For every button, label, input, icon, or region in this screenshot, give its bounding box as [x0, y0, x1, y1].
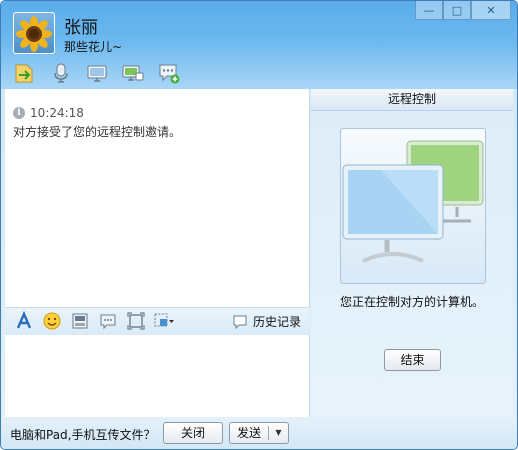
- bottom-bar: 电脑和Pad,手机互传文件？ 关闭 发送 ▼: [1, 417, 517, 449]
- send-label[interactable]: 发送: [230, 423, 268, 443]
- message-input[interactable]: [5, 335, 310, 417]
- font-icon[interactable]: [13, 311, 35, 331]
- remote-monitors-illustration: [340, 128, 486, 284]
- emoji-icon[interactable]: [41, 311, 63, 331]
- microphone-icon[interactable]: [49, 61, 73, 85]
- send-button[interactable]: 发送 ▼: [229, 422, 289, 444]
- header: 张丽 那些花儿~ — □ ✕: [1, 1, 517, 89]
- history-button[interactable]: 历史记录: [232, 313, 301, 330]
- remote-desktop-icon[interactable]: [121, 61, 145, 85]
- info-icon: i: [13, 107, 25, 119]
- screenshot-icon[interactable]: [125, 311, 147, 331]
- chat-window: 张丽 那些花儿~ — □ ✕ i 10:24:18 对方接受了您的远程控制邀请。…: [0, 0, 518, 450]
- contact-toolbar: [13, 61, 181, 85]
- minimize-button[interactable]: —: [415, 1, 443, 20]
- more-icon[interactable]: [153, 311, 175, 331]
- close-button[interactable]: 关闭: [163, 422, 223, 444]
- avatar[interactable]: [13, 12, 55, 54]
- end-remote-button[interactable]: 结束: [384, 349, 441, 371]
- history-icon: [233, 315, 247, 329]
- message-time-text: 10:24:18: [30, 106, 84, 120]
- send-options-dropdown[interactable]: ▼: [269, 423, 288, 443]
- contact-name[interactable]: 张丽: [64, 13, 98, 38]
- message-history[interactable]: i 10:24:18 对方接受了您的远程控制邀请。: [5, 89, 310, 307]
- remote-status-text: 您正在控制对方的计算机。: [339, 295, 484, 309]
- monitor-icon: [342, 140, 484, 263]
- close-window-button[interactable]: ✕: [471, 1, 511, 20]
- window-controls: — □ ✕: [415, 1, 511, 20]
- format-toolbar: 历史记录: [5, 307, 309, 336]
- image-icon[interactable]: [69, 311, 91, 331]
- message-icon[interactable]: [97, 311, 119, 331]
- add-chat-icon[interactable]: [157, 61, 181, 85]
- file-transfer-icon[interactable]: [13, 61, 37, 85]
- remote-panel-title: 远程控制: [311, 89, 513, 111]
- maximize-button[interactable]: □: [443, 1, 471, 20]
- history-label: 历史记录: [252, 315, 301, 329]
- remote-control-panel: 远程控制 您正在控制对方的计算机。 结束: [311, 89, 513, 417]
- video-icon[interactable]: [85, 61, 109, 85]
- message-timestamp: i 10:24:18: [13, 106, 84, 120]
- contact-signature: 那些花儿~: [64, 40, 123, 54]
- transfer-files-link[interactable]: 电脑和Pad,手机互传文件？: [10, 426, 155, 443]
- system-message: 对方接受了您的远程控制邀请。: [13, 125, 182, 139]
